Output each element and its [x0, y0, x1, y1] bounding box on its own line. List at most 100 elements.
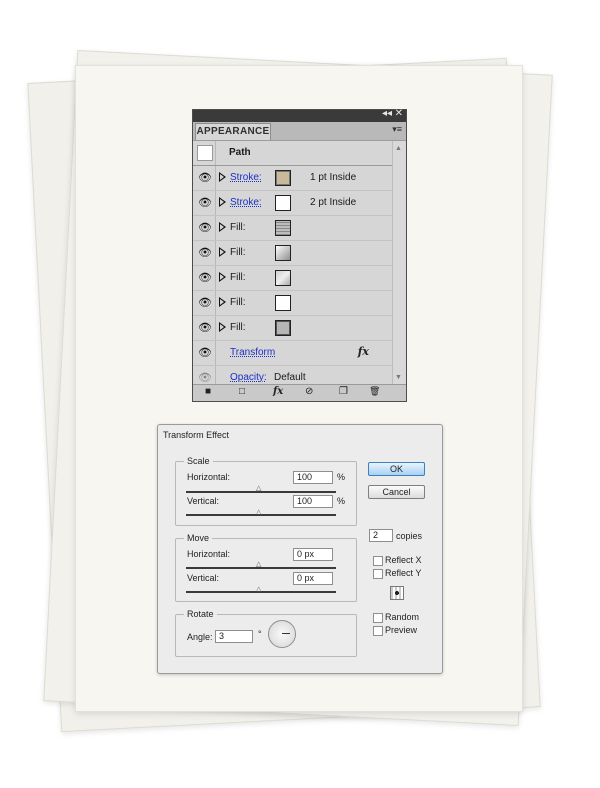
tab-appearance[interactable]: APPEARANCE [195, 123, 271, 140]
visibility-eye-icon[interactable]: 👁 [198, 172, 212, 184]
visibility-eye-icon[interactable]: 👁 [198, 372, 212, 384]
collapse-panel-icon[interactable]: ◂◂ [382, 108, 392, 119]
visibility-eye-icon[interactable]: 👁 [198, 197, 212, 209]
visibility-eye-icon[interactable]: 👁 [198, 297, 212, 309]
expand-triangle-icon[interactable] [219, 197, 226, 207]
percent-unit: % [337, 496, 346, 506]
fill-label: Fill: [230, 297, 246, 308]
appearance-row-fill-3[interactable]: 👁 Fill: [193, 266, 393, 291]
opacity-value: Default [274, 372, 306, 383]
dialog-title: Transform Effect [163, 430, 230, 440]
row-gutter: 👁 [193, 341, 216, 365]
expand-triangle-icon[interactable] [219, 172, 226, 182]
appearance-list: Path 👁 Stroke: 1 pt Inside 👁 Stroke: 2 p… [193, 141, 393, 390]
reflect-x-checkbox[interactable] [373, 556, 383, 566]
reference-point-locator-icon[interactable] [390, 586, 404, 600]
move-horizontal-input[interactable]: 0 px [293, 548, 333, 561]
scroll-up-icon[interactable]: ▲ [395, 145, 402, 152]
move-group: Move Horizontal: 0 px △ Vertical: 0 px △ [175, 533, 357, 602]
add-new-stroke-icon[interactable]: ■ [205, 386, 211, 397]
fill-swatch[interactable] [275, 295, 291, 311]
visibility-eye-icon[interactable]: 👁 [198, 322, 212, 334]
panel-scrollbar[interactable]: ▲ ▼ [392, 141, 405, 384]
random-label: Random [385, 612, 420, 622]
preview-label: Preview [385, 625, 418, 635]
appearance-row-stroke-1[interactable]: 👁 Stroke: 1 pt Inside [193, 166, 393, 191]
fill-label: Fill: [230, 322, 246, 333]
appearance-row-fill-1[interactable]: 👁 Fill: [193, 216, 393, 241]
trash-icon[interactable]: 🗑 [369, 386, 380, 397]
fx-icon[interactable]: fx [358, 345, 369, 358]
angle-input[interactable]: 3 [215, 630, 253, 643]
fill-swatch[interactable] [275, 245, 291, 261]
ok-button[interactable]: OK [368, 462, 425, 476]
degree-unit: ° [258, 629, 262, 639]
angle-dial-icon[interactable] [268, 620, 296, 648]
row-gutter: 👁 [193, 291, 216, 315]
move-vertical-input[interactable]: 0 px [293, 572, 333, 585]
cancel-button[interactable]: Cancel [368, 485, 425, 499]
clear-appearance-icon[interactable]: ⊘ [305, 386, 313, 397]
fill-label: Fill: [230, 247, 246, 258]
preview-checkbox[interactable] [373, 626, 383, 636]
slider-thumb-icon[interactable]: △ [256, 484, 261, 492]
copies-label: copies [396, 531, 423, 541]
fill-label: Fill: [230, 222, 246, 233]
appearance-row-fill-4[interactable]: 👁 Fill: [193, 291, 393, 316]
stroke-link[interactable]: Stroke: [230, 172, 262, 183]
row-gutter: 👁 [193, 241, 216, 265]
add-new-fill-icon[interactable]: □ [239, 386, 245, 397]
visibility-eye-icon[interactable]: 👁 [198, 272, 212, 284]
appearance-row-fill-2[interactable]: 👁 Fill: [193, 241, 393, 266]
reflect-x-label: Reflect X [385, 555, 422, 565]
appearance-row-transform[interactable]: 👁 Transform fx [193, 341, 393, 366]
expand-triangle-icon[interactable] [219, 322, 226, 332]
row-gutter: 👁 [193, 266, 216, 290]
row-gutter [193, 141, 216, 165]
scroll-down-icon[interactable]: ▼ [395, 374, 402, 381]
row-gutter: 👁 [193, 216, 216, 240]
panel-title-strip: ◂◂ ✕ [193, 108, 406, 122]
fill-swatch[interactable] [275, 270, 291, 286]
visibility-eye-icon[interactable]: 👁 [198, 247, 212, 259]
scale-vertical-label: Vertical: [187, 496, 220, 506]
scale-group: Scale Horizontal: 100 % △ Vertical: 100 … [175, 456, 357, 526]
angle-label: Angle: [187, 632, 213, 642]
add-effect-fx-icon[interactable]: fx [273, 386, 283, 397]
fill-swatch[interactable] [275, 320, 291, 336]
slider-thumb-icon[interactable]: △ [256, 508, 261, 516]
slider-thumb-icon[interactable]: △ [256, 585, 261, 593]
panel-bottom-toolbar: ■ □ fx ⊘ ❐ 🗑 [193, 384, 406, 401]
appearance-row-fill-5[interactable]: 👁 Fill: [193, 316, 393, 341]
close-panel-icon[interactable]: ✕ [395, 108, 403, 119]
duplicate-item-icon[interactable]: ❐ [339, 386, 348, 397]
scale-horizontal-input[interactable]: 100 [293, 471, 333, 484]
expand-triangle-icon[interactable] [219, 272, 226, 282]
stroke-color-swatch[interactable] [275, 195, 291, 211]
scale-horizontal-label: Horizontal: [187, 472, 231, 482]
move-vertical-label: Vertical: [187, 573, 220, 583]
row-gutter: 👁 [193, 166, 216, 190]
scale-vertical-input[interactable]: 100 [293, 495, 333, 508]
expand-triangle-icon[interactable] [219, 297, 226, 307]
visibility-eye-icon[interactable]: 👁 [198, 347, 212, 359]
panel-tabbar: APPEARANCE ▾≡ [193, 122, 406, 141]
appearance-row-stroke-2[interactable]: 👁 Stroke: 2 pt Inside [193, 191, 393, 216]
opacity-link[interactable]: Opacity: [230, 372, 267, 383]
expand-triangle-icon[interactable] [219, 222, 226, 232]
transform-effect-link[interactable]: Transform [230, 347, 275, 358]
visibility-eye-icon[interactable]: 👁 [198, 222, 212, 234]
scale-group-title: Scale [184, 456, 213, 466]
row-gutter: 👁 [193, 191, 216, 215]
panel-menu-icon[interactable]: ▾≡ [392, 124, 402, 135]
random-checkbox[interactable] [373, 613, 383, 623]
slider-thumb-icon[interactable]: △ [256, 560, 261, 568]
expand-triangle-icon[interactable] [219, 247, 226, 257]
stroke-link[interactable]: Stroke: [230, 197, 262, 208]
path-header-row[interactable]: Path [193, 141, 393, 166]
reflect-y-checkbox[interactable] [373, 569, 383, 579]
fill-swatch[interactable] [275, 220, 291, 236]
copies-input[interactable]: 2 [369, 529, 393, 542]
stroke-color-swatch[interactable] [275, 170, 291, 186]
appearance-panel: ◂◂ ✕ APPEARANCE ▾≡ Path 👁 Stroke: 1 pt I… [192, 108, 407, 402]
